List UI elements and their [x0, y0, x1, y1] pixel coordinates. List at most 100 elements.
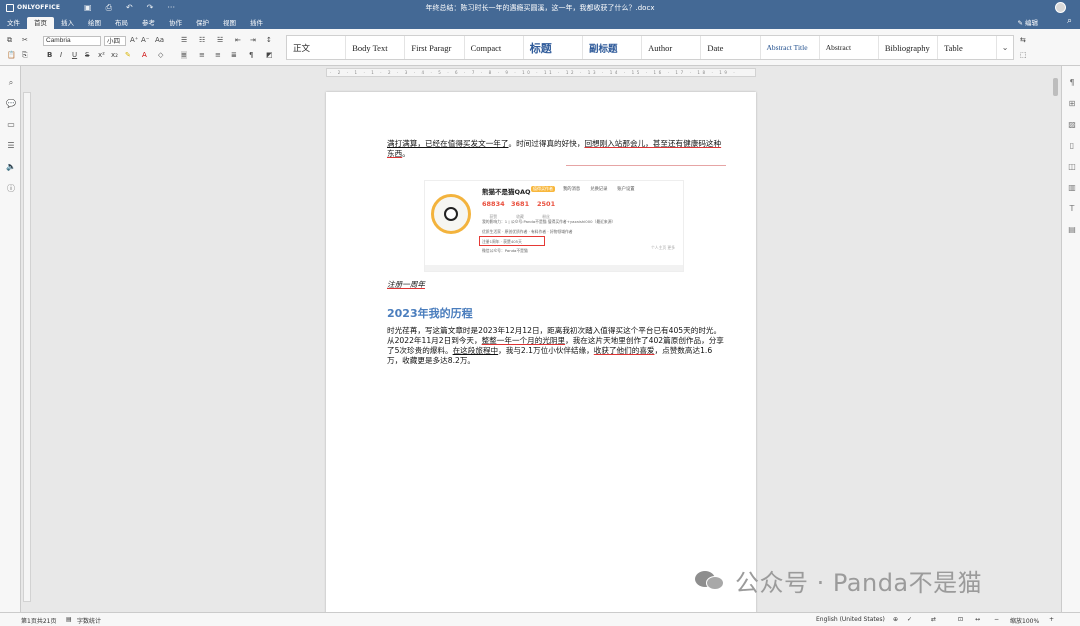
paragraph-intro[interactable]: 满打满算，已经在值得买发文一年了。时间过得真的好快，回想刚入站那会儿，甚至还有健… [387, 139, 725, 159]
select-all-icon[interactable]: ⬚ [1020, 51, 1027, 59]
font-color-icon[interactable]: A [142, 51, 147, 59]
tab-collaboration[interactable]: 协作 [162, 17, 189, 29]
vertical-ruler[interactable] [23, 92, 31, 602]
redo-icon[interactable]: ↷ [147, 3, 154, 13]
navigation-icon[interactable]: ☰ [6, 141, 16, 150]
decrease-font-icon[interactable]: A⁻ [141, 36, 149, 44]
multilevel-list-icon[interactable]: ☱ [217, 36, 223, 44]
bullets-icon[interactable]: ☰ [181, 36, 187, 44]
fit-page-icon[interactable]: ⊡ [958, 616, 963, 623]
style-compact[interactable]: Compact [465, 36, 524, 59]
word-count[interactable]: 字数统计 [77, 616, 101, 625]
tab-protection[interactable]: 保护 [189, 17, 216, 29]
change-styles-icon[interactable]: ⇆ [1020, 36, 1026, 44]
align-center-icon[interactable]: ≡ [199, 51, 205, 59]
search-icon[interactable]: ⌕ [1067, 16, 1072, 26]
paragraph-marks-icon[interactable]: ¶ [249, 51, 253, 59]
document-page[interactable]: 满打满算，已经在值得买发文一年了。时间过得真的好快，回想刚入站那会儿，甚至还有健… [326, 92, 756, 626]
paste-icon[interactable]: 📋 [7, 51, 16, 59]
format-painter-icon[interactable]: ⎘ [22, 51, 28, 60]
tab-view[interactable]: 视图 [216, 17, 243, 29]
tab-references[interactable]: 参考 [135, 17, 162, 29]
style-title[interactable]: 标题 [524, 36, 583, 59]
chart-settings-icon[interactable]: ▥ [1067, 183, 1077, 192]
edit-mode-button[interactable]: ✎ 编辑 [1017, 17, 1038, 27]
user-avatar[interactable] [1055, 2, 1066, 13]
fit-width-icon[interactable]: ↔ [975, 616, 980, 623]
word-count-icon[interactable]: ▤ [66, 616, 72, 623]
shading-icon[interactable]: ◩ [266, 51, 273, 59]
align-right-icon[interactable]: ≡ [215, 51, 221, 59]
style-first-paragraph[interactable]: First Paragr [405, 36, 465, 59]
tab-file[interactable]: 文件 [0, 17, 27, 29]
zoom-out-icon[interactable]: − [994, 616, 999, 623]
copy-icon[interactable]: ⧉ [7, 36, 12, 45]
style-table[interactable]: Table [938, 36, 998, 59]
justify-icon[interactable]: ≣ [231, 51, 237, 59]
intro-text-1: 满打满算，已经在值得买发文一年了 [387, 139, 509, 148]
style-date[interactable]: Date [701, 36, 761, 59]
increase-font-icon[interactable]: A⁺ [130, 36, 138, 44]
numbering-icon[interactable]: ☷ [199, 36, 205, 44]
underline-icon[interactable]: U [72, 51, 77, 59]
shape-settings-icon[interactable]: ◫ [1067, 162, 1077, 171]
language-select[interactable]: English (United States) [816, 616, 885, 623]
tab-draw[interactable]: 绘图 [81, 17, 108, 29]
bold-icon[interactable]: B [47, 51, 52, 59]
image-settings-icon[interactable]: ▨ [1067, 120, 1077, 129]
print-icon[interactable]: ⎙ [106, 3, 112, 13]
change-case-icon[interactable]: Aa [155, 36, 164, 44]
strikethrough-icon[interactable]: S [85, 51, 89, 59]
font-name-select[interactable]: Cambria [43, 36, 101, 46]
more-icon[interactable]: ··· [167, 3, 175, 13]
style-body-text[interactable]: Body Text [346, 36, 406, 59]
tab-home[interactable]: 首页 [27, 17, 54, 29]
style-author[interactable]: Author [642, 36, 702, 59]
style-normal[interactable]: 正文 [287, 36, 347, 59]
style-abstract-title[interactable]: Abstract Title [761, 36, 820, 59]
zoom-in-icon[interactable]: + [1049, 616, 1054, 623]
chevron-down-icon[interactable]: ⌄ [997, 36, 1013, 59]
vertical-scrollbar-thumb[interactable] [1053, 78, 1058, 96]
tab-layout[interactable]: 布局 [108, 17, 135, 29]
image-caption[interactable]: 注册一周年 [387, 279, 425, 290]
speaker-icon[interactable]: 🔈 [6, 162, 16, 171]
horizontal-ruler[interactable]: · 2 · 1 · 1 · 2 · 3 · 4 · 5 · 6 · 7 · 8 … [326, 68, 756, 77]
zoom-level[interactable]: 缩放100% [1010, 616, 1039, 625]
header-footer-icon[interactable]: ▯ [1067, 141, 1077, 150]
style-abstract[interactable]: Abstract [820, 36, 879, 59]
subscript-icon[interactable]: x₂ [111, 51, 118, 59]
wechat-icon [695, 569, 725, 593]
highlight-icon[interactable]: ✎ [125, 51, 131, 59]
clear-format-icon[interactable]: ◇ [158, 51, 163, 59]
search-icon[interactable]: ⌕ [6, 78, 16, 88]
line-spacing-icon[interactable]: ↕ [266, 36, 272, 44]
paragraph-settings-icon[interactable]: ¶ [1067, 78, 1077, 87]
cut-icon[interactable]: ✂ [22, 36, 28, 44]
superscript-icon[interactable]: x² [98, 51, 105, 59]
align-left-icon[interactable]: ≡ [181, 51, 187, 59]
comments-icon[interactable]: 💬 [6, 99, 16, 108]
table-settings-icon[interactable]: ⊞ [1067, 99, 1077, 108]
textart-settings-icon[interactable]: T [1067, 204, 1077, 213]
globe-icon[interactable]: ⊕ [893, 616, 898, 623]
chat-icon[interactable]: ▭ [6, 120, 16, 129]
increase-indent-icon[interactable]: ⇥ [250, 36, 256, 44]
italic-icon[interactable]: I [60, 51, 62, 59]
decrease-indent-icon[interactable]: ⇤ [235, 36, 241, 44]
form-settings-icon[interactable]: ▤ [1067, 225, 1077, 234]
page-indicator[interactable]: 第1页共21页 [21, 616, 56, 625]
info-icon[interactable]: ⓘ [6, 183, 16, 194]
track-changes-icon[interactable]: ⇄ [931, 616, 936, 623]
style-bibliography[interactable]: Bibliography [879, 36, 939, 59]
paragraph-history[interactable]: 时光荏苒，写这篇文章时是2023年12月12日，距离我初次踏入值得买这个平台已有… [387, 326, 725, 366]
undo-icon[interactable]: ↶ [126, 3, 133, 13]
font-size-select[interactable]: 小四 [104, 36, 126, 46]
style-subtitle[interactable]: 副标题 [583, 36, 643, 59]
spellcheck-icon[interactable]: ✓ [907, 616, 912, 623]
tab-plugins[interactable]: 插件 [243, 17, 270, 29]
save-icon[interactable]: ▣ [84, 3, 92, 13]
tab-insert[interactable]: 插入 [54, 17, 81, 29]
profile-screenshot-image[interactable]: 熊猫不是猫QAQ 值得买作者 我的消息 兑换记录 账户设置 68834 获赞 36… [424, 180, 684, 272]
section-heading[interactable]: 2023年我的历程 [387, 305, 473, 321]
